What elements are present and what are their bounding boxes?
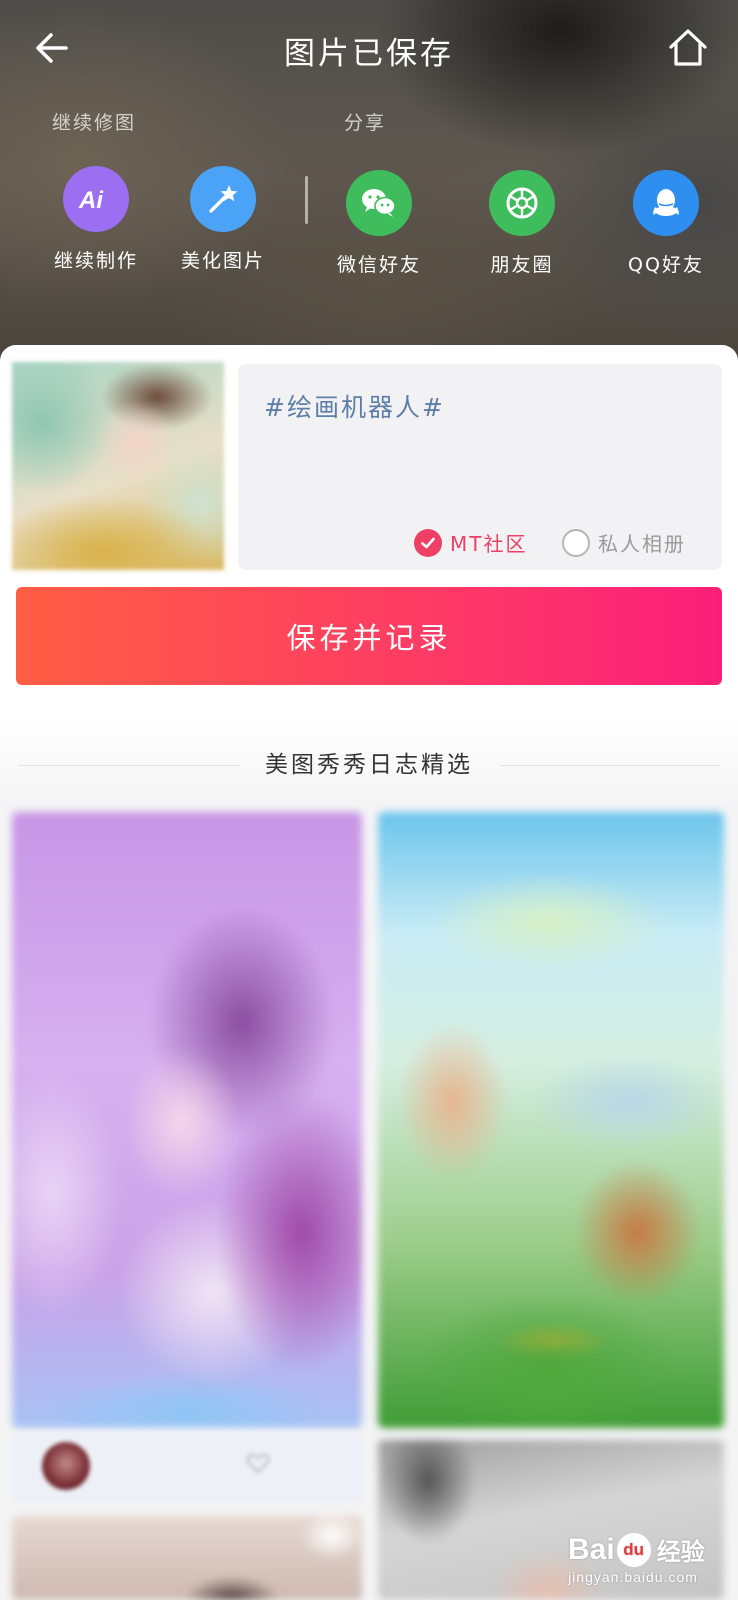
share-wechat-label: 微信好友 <box>336 254 421 276</box>
checked-radio-icon <box>414 528 442 557</box>
feed-post-image[interactable] <box>378 812 724 1428</box>
caption-text: #绘画机器人# <box>264 393 445 422</box>
wechat-icon <box>346 170 412 236</box>
share-moments-label: 朋友圈 <box>490 254 554 276</box>
home-icon <box>669 29 707 66</box>
page-title: 图片已保存 <box>284 36 454 72</box>
heading-divider-left <box>18 765 240 766</box>
share-moments-button[interactable]: 朋友圈 <box>462 170 582 277</box>
heading-divider-right <box>500 765 720 766</box>
option-private-album-label: 私人相册 <box>598 532 686 556</box>
magic-wand-icon <box>190 166 256 232</box>
saved-image-thumbnail[interactable] <box>12 362 224 570</box>
caption-input[interactable]: #绘画机器人# MT社区 私人相册 <box>238 364 722 570</box>
share-wechat-button[interactable]: 微信好友 <box>319 170 439 277</box>
feed-heading-text: 美图秀秀日志精选 <box>265 752 473 778</box>
feed-heading: 美图秀秀日志精选 <box>0 745 738 779</box>
share-qq-button[interactable]: QQ好友 <box>606 170 726 277</box>
like-icon[interactable] <box>246 1452 270 1474</box>
baidu-jingyan-watermark: Bai du 经验 jingyan.baidu.com <box>568 1532 728 1596</box>
share-qq-label: QQ好友 <box>628 254 704 276</box>
avatar[interactable] <box>42 1442 90 1490</box>
watermark-brand-cn: 经验 <box>656 1538 705 1566</box>
watermark-logo: Bai du 经验 <box>568 1532 728 1567</box>
watermark-brand-left: Bai <box>568 1532 615 1566</box>
option-mt-community-label: MT社区 <box>450 532 528 556</box>
beautify-image-label: 美化图片 <box>180 250 265 272</box>
svg-text:Ai: Ai <box>78 187 104 214</box>
feed-post-image[interactable] <box>12 1516 362 1600</box>
save-and-record-button[interactable]: 保存并记录 <box>16 587 722 685</box>
option-mt-community[interactable]: MT社区 <box>414 528 527 557</box>
watermark-site: jingyan.baidu.com <box>568 1569 698 1585</box>
unchecked-radio-icon <box>562 528 590 557</box>
qq-icon <box>633 170 699 236</box>
share-section-label: 分享 <box>344 112 387 134</box>
home-button[interactable] <box>666 26 710 70</box>
ai-icon: Ai <box>63 166 129 232</box>
feed-post-image[interactable] <box>12 812 362 1428</box>
continue-create-label: 继续制作 <box>53 250 138 272</box>
beautify-image-button[interactable]: 美化图片 <box>163 166 283 273</box>
moments-icon <box>489 170 555 236</box>
watermark-paw-icon: du <box>616 1532 651 1567</box>
edit-section-label: 继续修图 <box>52 112 137 134</box>
option-private-album[interactable]: 私人相册 <box>562 528 686 557</box>
section-divider <box>305 176 308 224</box>
feed-post-meta <box>12 1432 362 1502</box>
continue-create-button[interactable]: Ai 继续制作 <box>36 166 156 273</box>
